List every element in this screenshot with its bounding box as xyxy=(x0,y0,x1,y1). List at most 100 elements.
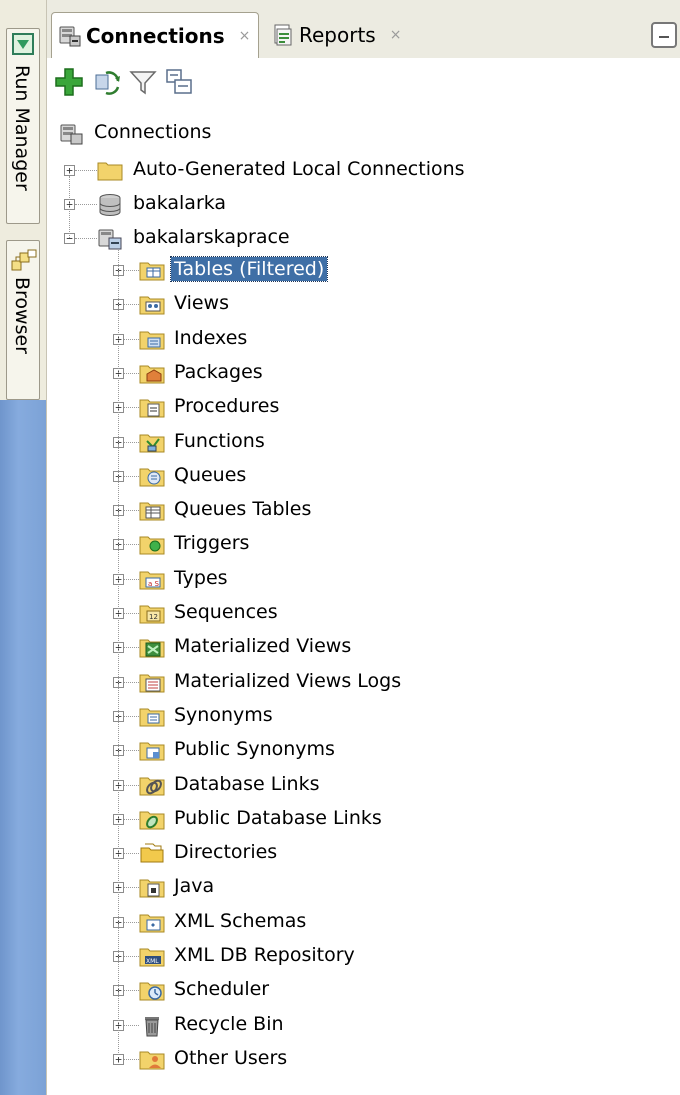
connections-icon xyxy=(58,24,82,48)
synonyms-icon xyxy=(139,705,165,727)
tree-connector xyxy=(75,204,97,205)
tree-node-xml-schemas[interactable]: + XML Schemas xyxy=(47,907,680,937)
refresh-button[interactable] xyxy=(91,68,123,100)
tree-node-functions[interactable]: + Functions xyxy=(47,427,680,457)
tree-connector xyxy=(124,853,139,854)
tree-connector xyxy=(124,442,139,443)
tree-connector xyxy=(124,613,139,614)
tree-node-label: Packages xyxy=(174,361,263,383)
tree-node-database-links[interactable]: + Database Links xyxy=(47,770,680,800)
expand-icon[interactable]: + xyxy=(113,1054,124,1065)
tree-node-views[interactable]: + Views xyxy=(47,289,680,319)
tree-node-indexes[interactable]: + Indexes xyxy=(47,324,680,354)
run-manager-icon xyxy=(12,33,34,59)
browser-tab[interactable]: Browser xyxy=(6,240,40,400)
tree-connector xyxy=(124,922,139,923)
tree-node-label: Materialized Views xyxy=(174,635,352,657)
database-icon xyxy=(97,193,123,216)
xml-schemas-icon xyxy=(139,911,165,933)
tree-node-types[interactable]: + a S Types xyxy=(47,564,680,594)
tree-node-materialized-views-logs[interactable]: + Materialized Views Logs xyxy=(47,667,680,697)
tree-connector xyxy=(124,304,139,305)
tree-node-label: Tables (Filtered) xyxy=(169,256,329,282)
tree-node-queues-tables[interactable]: + Queues Tables xyxy=(47,495,680,525)
tab-connections[interactable]: Connections × xyxy=(51,12,259,58)
scheduler-icon xyxy=(139,979,165,1001)
tree-connector xyxy=(124,682,139,683)
tree-node-label: Public Database Links xyxy=(174,807,382,829)
tab-connections-close-icon[interactable]: × xyxy=(239,28,251,44)
tree-node-materialized-views[interactable]: + Materialized Views xyxy=(47,632,680,662)
browser-icon xyxy=(10,249,38,279)
tree-node-label: XML DB Repository xyxy=(174,944,355,966)
tree-node-label: Other Users xyxy=(174,1047,288,1069)
tree-node-sequences[interactable]: + 12 Sequences xyxy=(47,598,680,628)
tree-node-triggers[interactable]: + Triggers xyxy=(47,529,680,559)
tree-node-tables-filtered-[interactable]: + Tables (Filtered) xyxy=(47,255,680,285)
tree-node-public-database-links[interactable]: + Public Database Links xyxy=(47,804,680,834)
tree-connector xyxy=(124,647,139,648)
public-synonyms-icon xyxy=(139,739,165,761)
java-icon xyxy=(139,876,165,898)
dock-tab-strip: Run Manager Browser xyxy=(0,0,47,400)
tree-node-recycle-bin[interactable]: + Recycle Bin xyxy=(47,1010,680,1040)
tree-node-packages[interactable]: + Packages xyxy=(47,358,680,388)
tab-reports-close-icon[interactable]: × xyxy=(390,27,402,43)
tree-node-procedures[interactable]: + Procedures xyxy=(47,392,680,422)
tree-node-bakalarskaprace[interactable]: − bakalarskaprace xyxy=(47,223,680,253)
schema-browser-icon xyxy=(164,67,194,101)
tree-node-label: Sequences xyxy=(174,601,278,623)
tree-connector xyxy=(124,407,139,408)
recycle-bin-icon xyxy=(139,1014,165,1037)
indexes-icon xyxy=(139,328,165,350)
tree-node-other-users[interactable]: + Other Users xyxy=(47,1044,680,1074)
tree-node-java[interactable]: + Java xyxy=(47,872,680,902)
tree-connector xyxy=(75,170,97,171)
tree-node-scheduler[interactable]: + Scheduler xyxy=(47,975,680,1005)
views-icon xyxy=(139,293,165,315)
add-connection-button[interactable] xyxy=(53,68,85,100)
directories-icon xyxy=(139,842,165,864)
run-manager-tab[interactable]: Run Manager xyxy=(6,28,40,224)
filter-button[interactable] xyxy=(127,68,159,100)
tree-connector xyxy=(124,510,139,511)
tree-node-label: bakalarskaprace xyxy=(133,226,290,248)
tree-node-label: Auto-Generated Local Connections xyxy=(133,158,465,180)
minimize-panel-button[interactable] xyxy=(651,22,677,48)
tree-node-label: Queues Tables xyxy=(174,498,312,520)
tree-node-label: Procedures xyxy=(174,395,280,417)
tree-root-connections[interactable]: Connections xyxy=(47,118,680,148)
expand-icon[interactable]: + xyxy=(64,165,75,176)
tree-node-directories[interactable]: + Directories xyxy=(47,838,680,868)
tree-connector xyxy=(124,750,139,751)
tree-node-bakalarka[interactable]: + bakalarka xyxy=(47,189,680,219)
tree-node-label: Public Synonyms xyxy=(174,738,335,760)
packages-icon xyxy=(139,362,165,384)
tree-node-auto-generated-local-connections[interactable]: + Auto-Generated Local Connections xyxy=(47,155,680,185)
database-links-icon xyxy=(139,774,165,796)
tree-connector xyxy=(124,579,139,580)
add-connection-icon xyxy=(54,67,84,101)
browser-label: Browser xyxy=(11,277,33,354)
queues-icon xyxy=(139,465,165,487)
connections-toolbar xyxy=(47,58,680,116)
tree-connector xyxy=(75,238,97,239)
tree-node-label: Triggers xyxy=(174,532,250,554)
schema-browser-button[interactable] xyxy=(163,68,195,100)
materialized-views-icon xyxy=(139,636,165,658)
tree-node-label: Functions xyxy=(174,430,265,452)
tree-node-synonyms[interactable]: + Synonyms xyxy=(47,701,680,731)
tab-reports[interactable]: Reports × xyxy=(261,12,411,58)
xml-db-repository-icon: XML xyxy=(139,945,165,967)
run-manager-label: Run Manager xyxy=(11,65,33,191)
tables-icon xyxy=(139,259,165,281)
tree-connector xyxy=(124,716,139,717)
tree-node-queues[interactable]: + Queues xyxy=(47,461,680,491)
tree-node-public-synonyms[interactable]: + Public Synonyms xyxy=(47,735,680,765)
other-users-icon xyxy=(139,1048,165,1070)
tree-node-label: bakalarka xyxy=(133,192,227,214)
tree-node-label: Database Links xyxy=(174,773,320,795)
sequences-icon: 12 xyxy=(139,602,165,624)
tree-node-xml-db-repository[interactable]: + XML XML DB Repository xyxy=(47,941,680,971)
tree-connector xyxy=(124,887,139,888)
